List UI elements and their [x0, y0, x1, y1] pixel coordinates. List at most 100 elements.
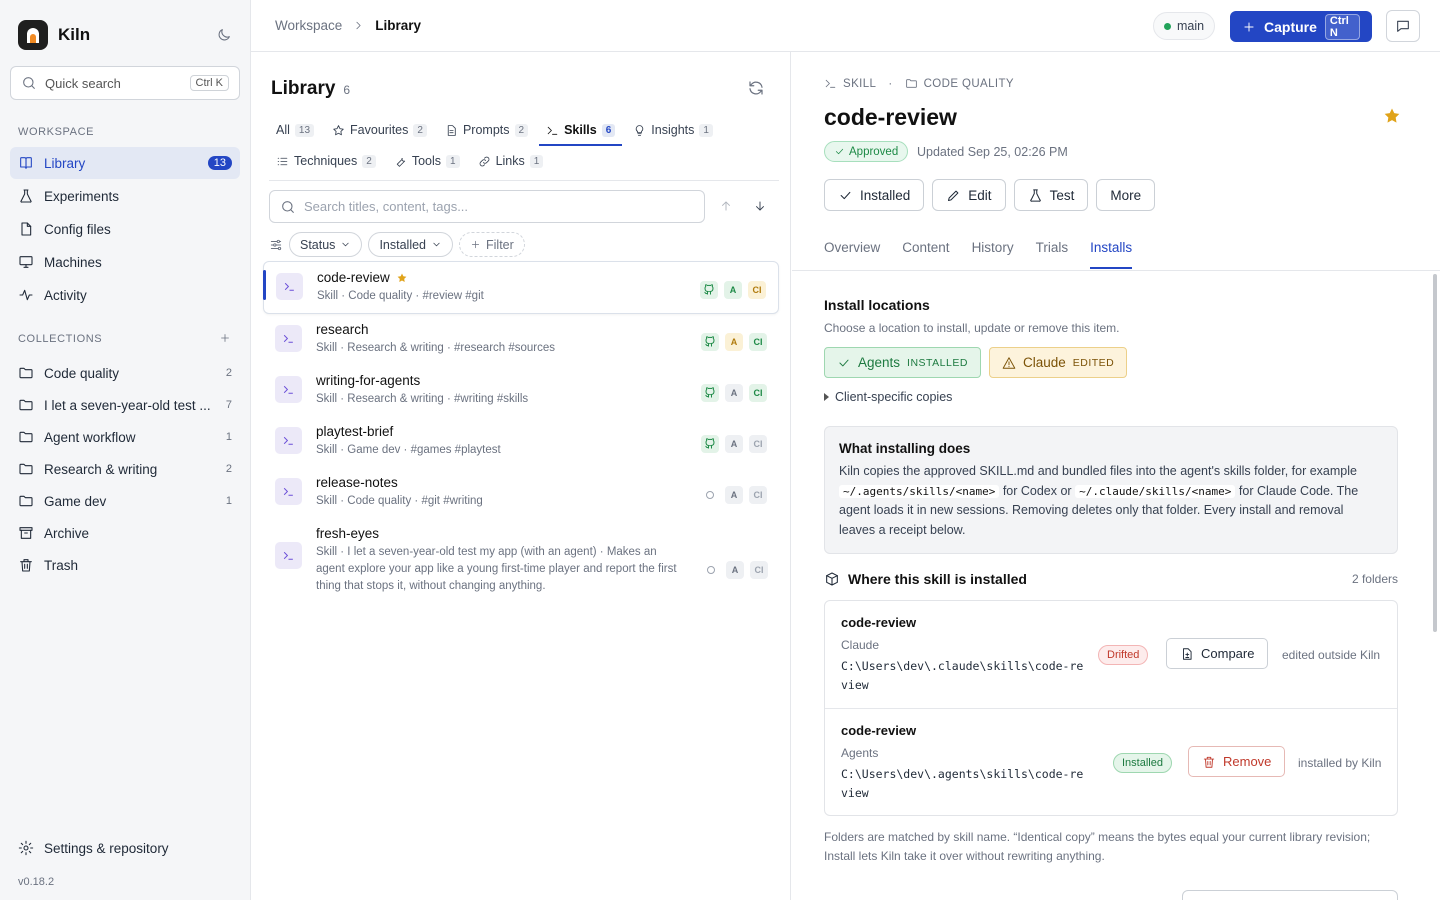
scrollbar[interactable] — [1433, 274, 1437, 632]
sidebar-item-experiments[interactable]: Experiments — [10, 180, 240, 212]
list-item[interactable]: fresh-eyes Skill · I let a seven-year-ol… — [263, 518, 779, 603]
edit-button[interactable]: Edit — [932, 179, 1006, 211]
claude-badge: CI — [749, 486, 767, 504]
tab-skills[interactable]: Skills 6 — [539, 116, 623, 146]
collection-item[interactable]: Game dev 1 — [10, 485, 240, 517]
tab-techniques[interactable]: Techniques 2 — [269, 147, 383, 175]
collection-item[interactable]: Code quality 2 — [10, 357, 240, 389]
status-filter-label: Status — [300, 237, 336, 252]
add-collection-icon[interactable] — [219, 332, 231, 344]
more-button[interactable]: More — [1096, 179, 1156, 211]
tab-label: Techniques — [294, 154, 358, 168]
arrow-up-icon[interactable] — [719, 199, 733, 213]
sidebar-item-activity[interactable]: Activity — [10, 279, 240, 311]
favourite-star-icon[interactable] — [1382, 106, 1402, 126]
sidebar-item-trash[interactable]: Trash — [10, 549, 240, 581]
flask-icon — [1028, 188, 1043, 203]
refresh-icon[interactable] — [747, 79, 765, 97]
brand[interactable]: Kiln — [18, 20, 90, 50]
quick-search-shortcut: Ctrl K — [189, 75, 229, 91]
agents-badge: A — [725, 435, 743, 453]
chevron-right-icon — [352, 19, 365, 32]
library-count: 6 — [343, 83, 351, 97]
tab-links[interactable]: Links 1 — [471, 147, 551, 175]
install-heading: Install locations — [824, 297, 930, 313]
updated-timestamp: Updated Sep 25, 02:26 PM — [917, 145, 1068, 159]
list-item[interactable]: research Skill · Research & writing · #r… — [263, 314, 779, 365]
capture-label: Capture — [1264, 18, 1317, 35]
terminal-icon — [276, 273, 303, 300]
list-item[interactable]: release-notes Skill · Code quality · #gi… — [263, 467, 779, 518]
chat-button[interactable] — [1386, 10, 1420, 42]
collection-item[interactable]: Research & writing 2 — [10, 453, 240, 485]
tab-insights[interactable]: Insights 1 — [626, 116, 720, 144]
tab-label: Prompts — [462, 123, 510, 137]
client-copies-label: Client-specific copies — [835, 390, 953, 404]
sidebar-item-library[interactable]: Library 13 — [10, 147, 240, 179]
collection-label: Agent workflow — [44, 429, 136, 445]
tab-prompts[interactable]: Prompts 2 — [438, 116, 535, 144]
quick-search[interactable]: Quick search Ctrl K — [10, 66, 240, 100]
location-agents[interactable]: Agents INSTALLED — [824, 347, 981, 378]
breadcrumb-workspace[interactable]: Workspace — [275, 18, 342, 33]
detail-collection[interactable]: CODE QUALITY — [924, 78, 1014, 90]
collection-item[interactable]: Agent workflow 1 — [10, 421, 240, 453]
info-code-claude: ~/.claude/skills/<name> — [1075, 484, 1236, 498]
monitor-icon — [18, 254, 34, 270]
client-copies-toggle[interactable]: Client-specific copies — [824, 390, 952, 404]
collection-label: Archive — [44, 525, 90, 541]
installed-filter[interactable]: Installed — [368, 232, 453, 257]
tab-installs[interactable]: Installs — [1090, 240, 1133, 269]
tab-content[interactable]: Content — [902, 240, 949, 269]
capture-button[interactable]: Capture Ctrl N — [1230, 11, 1372, 42]
sidebar-item-machines[interactable]: Machines — [10, 246, 240, 278]
tab-all[interactable]: All 13 — [269, 116, 321, 144]
location-claude[interactable]: Claude EDITED — [988, 347, 1128, 378]
collection-label: I let a seven-year-old test ... — [44, 397, 211, 413]
folder-icon — [18, 397, 34, 413]
collection-label: Research & writing — [44, 461, 158, 477]
status-label: Approved — [849, 145, 899, 158]
detail-actions: Installed Edit Test More — [824, 179, 1156, 211]
item-title: playtest-brief — [316, 424, 394, 439]
branch-indicator[interactable]: main — [1153, 12, 1216, 40]
collection-item[interactable]: I let a seven-year-old test ... 7 — [10, 389, 240, 421]
sliders-icon[interactable] — [269, 238, 283, 252]
partially-visible-button[interactable] — [1182, 890, 1398, 900]
installed-button[interactable]: Installed — [824, 179, 925, 211]
test-button[interactable]: Test — [1013, 179, 1089, 211]
installs-table: code-review Claude C:\Users\dev\.claude\… — [824, 600, 1398, 816]
tab-count: 2 — [362, 154, 376, 168]
install-path: C:\Users\dev\.claude\skills\code-review — [841, 659, 1084, 692]
list-item[interactable]: writing-for-agents Skill · Research & wr… — [263, 365, 779, 416]
tab-tools[interactable]: Tools 1 — [387, 147, 467, 175]
tab-trials[interactable]: Trials — [1036, 240, 1069, 269]
list-item[interactable]: code-review Skill · Code quality · #revi… — [263, 261, 779, 314]
app-version: v0.18.2 — [18, 876, 55, 888]
library-search-input[interactable]: Search titles, content, tags... — [269, 190, 705, 223]
remove-button[interactable]: Remove — [1188, 746, 1286, 777]
tab-overview[interactable]: Overview — [824, 240, 880, 269]
collections-heading: COLLECTIONS — [18, 333, 103, 345]
terminal-icon — [275, 325, 302, 352]
sidebar-item-config-files[interactable]: Config files — [10, 213, 240, 245]
item-title: research — [316, 322, 369, 337]
compare-button[interactable]: Compare — [1166, 638, 1269, 669]
moon-icon[interactable] — [216, 27, 232, 43]
status-filter[interactable]: Status — [289, 232, 363, 257]
search-icon — [21, 75, 37, 91]
chevron-down-icon — [340, 239, 351, 250]
info-title: What installing does — [839, 441, 971, 456]
caret-right-icon — [824, 393, 829, 401]
add-filter-button[interactable]: Filter — [459, 232, 525, 257]
where-installed-title: Where this skill is installed — [848, 571, 1027, 587]
folder-icon — [905, 77, 918, 90]
tab-history[interactable]: History — [972, 240, 1014, 269]
tab-favourites[interactable]: Favourites 2 — [325, 116, 434, 144]
arrow-down-icon[interactable] — [753, 199, 767, 213]
sidebar-item-archive[interactable]: Archive — [10, 517, 240, 549]
settings-link[interactable]: Settings & repository — [18, 840, 169, 856]
plus-icon — [1242, 20, 1256, 34]
list-item[interactable]: playtest-brief Skill · Game dev · #games… — [263, 416, 779, 467]
terminal-icon — [546, 124, 559, 137]
